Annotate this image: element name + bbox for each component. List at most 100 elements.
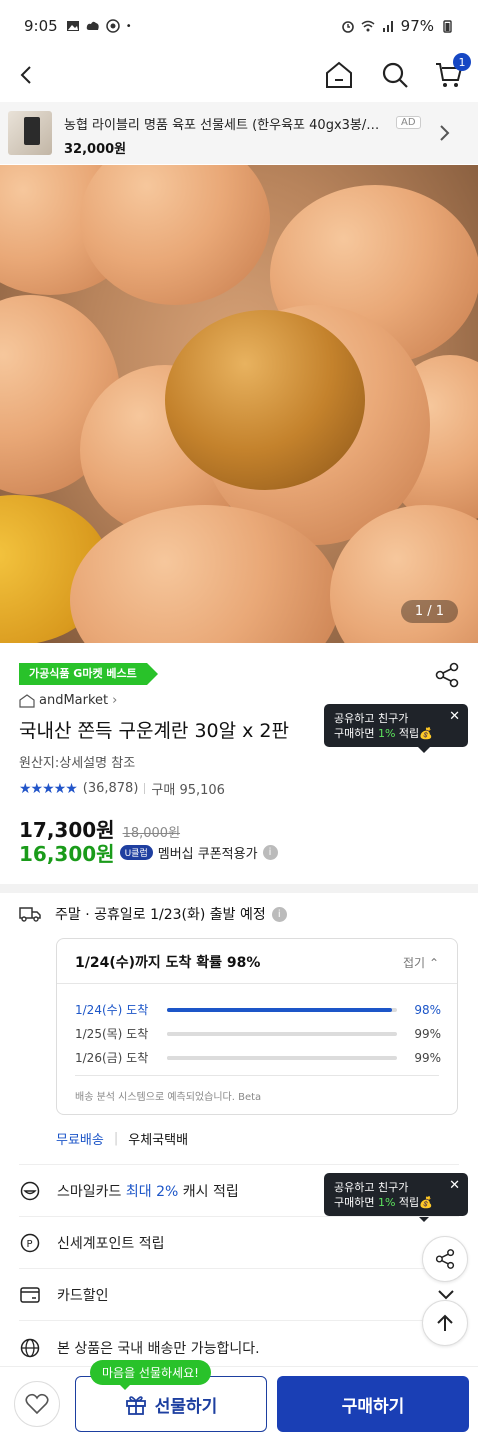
share-reward-tooltip: 공유하고 친구가 구매하면 1% 적립💰 ✕ bbox=[324, 1173, 468, 1222]
back-button[interactable] bbox=[8, 56, 46, 94]
battery-text: 97% bbox=[400, 17, 434, 35]
smile-icon bbox=[20, 1181, 40, 1201]
svg-text:P: P bbox=[27, 1239, 33, 1250]
shipping-schedule: 주말 · 공휴일로 1/23(화) 출발 예정 i bbox=[19, 904, 287, 924]
info-icon[interactable]: i bbox=[271, 906, 287, 922]
probability-bar bbox=[167, 1055, 397, 1060]
wifi-icon bbox=[361, 20, 375, 32]
bottom-action-bar: 선물하기 구매하기 bbox=[0, 1366, 478, 1440]
floating-share-button[interactable] bbox=[422, 1236, 468, 1282]
divider bbox=[19, 1164, 459, 1165]
home-button[interactable] bbox=[320, 56, 358, 94]
settings-circle-icon bbox=[105, 19, 120, 33]
product-image[interactable]: 1 / 1 bbox=[0, 165, 478, 643]
shipping-schedule-text: 주말 · 공휴일로 1/23(화) 출발 예정 bbox=[55, 907, 266, 923]
cart-button[interactable]: 1 bbox=[430, 53, 471, 94]
arrow-up-icon bbox=[437, 1314, 453, 1331]
buy-button[interactable]: 구매하기 bbox=[277, 1376, 469, 1432]
truck-icon bbox=[19, 907, 41, 922]
domestic-shipping-row: 본 상품은 국내 배송만 가능합니다. bbox=[19, 1337, 260, 1359]
arrival-title: 1/24(수)까지 도착 확률 98% bbox=[75, 955, 261, 971]
member-coupon-text: 멤버십 쿠폰적용가 bbox=[157, 847, 258, 862]
alarm-icon bbox=[341, 21, 354, 33]
battery-icon bbox=[443, 20, 452, 33]
buy-button-label: 구매하기 bbox=[341, 1396, 405, 1417]
share-button[interactable] bbox=[432, 660, 462, 690]
search-icon bbox=[382, 62, 408, 88]
shinsegae-point-row[interactable]: P 신세계포인트 적립 bbox=[19, 1232, 165, 1254]
scroll-top-button[interactable] bbox=[422, 1300, 468, 1346]
divider bbox=[144, 783, 146, 794]
dot-icon: • bbox=[125, 20, 132, 32]
arrival-probability-panel: 1/24(수)까지 도착 확률 98% 접기 ⌃ 1/24(수) 도착 98% … bbox=[56, 938, 458, 1115]
divider bbox=[19, 1216, 459, 1217]
smile-card-row[interactable]: 스마일카드 최대 2% 캐시 적립 bbox=[19, 1180, 239, 1202]
ad-product-thumbnail bbox=[8, 111, 52, 155]
ad-price: 32,000원 bbox=[64, 142, 127, 157]
star-rating-icon: ★★★★★ bbox=[19, 780, 78, 797]
chevron-right-icon: › bbox=[112, 693, 118, 708]
top-navigation: 1 bbox=[0, 52, 478, 98]
cart-count-badge: 1 bbox=[453, 53, 471, 71]
probability-bar-fill bbox=[167, 1031, 395, 1036]
gift-icon bbox=[125, 1396, 146, 1415]
divider bbox=[75, 1075, 439, 1076]
section-divider bbox=[0, 884, 478, 893]
rating-row[interactable]: ★★★★★ (36,878) 구매 95,106 bbox=[19, 779, 225, 799]
card-discount-row[interactable]: 카드할인 bbox=[19, 1284, 109, 1306]
purchase-count: 구매 95,106 bbox=[151, 783, 225, 798]
ad-title: 농협 라이블리 명품 육포 선물세트 (한우육포 40gx3봉/돈... bbox=[64, 118, 390, 133]
carrier-label: 우체국택배 bbox=[128, 1133, 189, 1148]
member-price: 16,300원 bbox=[19, 842, 115, 866]
back-arrow-icon bbox=[20, 66, 31, 84]
category-best-tag[interactable]: 가공식품 G마켓 베스트 bbox=[19, 663, 158, 685]
seller-name: andMarket bbox=[39, 693, 109, 708]
prediction-note: 배송 분석 시스템으로 예측되었습니다. Beta bbox=[75, 1092, 262, 1103]
chevron-up-icon: ⌃ bbox=[428, 956, 439, 970]
gift-promo-bubble: 마음을 선물하세요! bbox=[90, 1360, 211, 1390]
credit-card-icon bbox=[20, 1287, 40, 1303]
free-shipping-label: 무료배송 bbox=[56, 1133, 104, 1148]
globe-icon bbox=[20, 1338, 40, 1358]
roasted-egg bbox=[165, 310, 365, 490]
uclub-badge: U클럽 bbox=[119, 845, 153, 860]
shipping-type: 무료배송 | 우체국택배 bbox=[56, 1129, 188, 1148]
divider bbox=[19, 1268, 459, 1269]
status-bar: 9:05 • 97% bbox=[0, 0, 478, 52]
gift-button-label: 선물하기 bbox=[154, 1396, 218, 1417]
status-time: 9:05 bbox=[24, 17, 58, 35]
info-icon[interactable]: i bbox=[262, 845, 278, 860]
heart-icon bbox=[25, 1393, 49, 1415]
probability-bar bbox=[167, 1031, 397, 1036]
gallery-icon bbox=[66, 21, 79, 31]
cloud-icon bbox=[86, 21, 99, 30]
divider: | bbox=[113, 1131, 119, 1146]
ad-badge: AD bbox=[396, 116, 421, 129]
product-origin: 원산지:상세설명 참조 bbox=[19, 756, 136, 771]
home-icon bbox=[326, 61, 352, 88]
divider bbox=[57, 983, 457, 984]
share-icon bbox=[435, 1249, 455, 1269]
arrival-row: 1/24(수) 도착 98% bbox=[75, 1002, 441, 1018]
close-icon[interactable]: ✕ bbox=[449, 709, 460, 724]
search-button[interactable] bbox=[376, 56, 414, 94]
fold-toggle[interactable]: 접기 ⌃ bbox=[403, 954, 439, 971]
review-count: (36,878) bbox=[82, 781, 139, 796]
store-icon bbox=[19, 693, 35, 708]
arrival-row: 1/25(목) 도착 99% bbox=[75, 1026, 441, 1042]
image-counter: 1 / 1 bbox=[400, 600, 458, 623]
seller-link[interactable]: andMarket › bbox=[19, 693, 117, 708]
member-price-row[interactable]: 16,300원 U클럽 멤버십 쿠폰적용가 i bbox=[19, 838, 278, 867]
arrival-row: 1/26(금) 도착 99% bbox=[75, 1050, 441, 1066]
share-icon bbox=[435, 662, 459, 688]
share-reward-tooltip: 공유하고 친구가 구매하면 1% 적립💰 ✕ bbox=[324, 704, 468, 753]
ad-banner[interactable]: 농협 라이블리 명품 육포 선물세트 (한우육포 40gx3봉/돈... 32,… bbox=[0, 102, 478, 164]
point-icon: P bbox=[20, 1233, 40, 1253]
egg-shape bbox=[80, 165, 270, 305]
close-icon[interactable]: ✕ bbox=[449, 1178, 460, 1193]
wishlist-button[interactable] bbox=[14, 1381, 60, 1427]
signal-icon bbox=[382, 21, 393, 32]
probability-bar-fill bbox=[167, 1055, 395, 1060]
divider bbox=[19, 1320, 459, 1321]
chevron-right-icon bbox=[440, 125, 450, 141]
